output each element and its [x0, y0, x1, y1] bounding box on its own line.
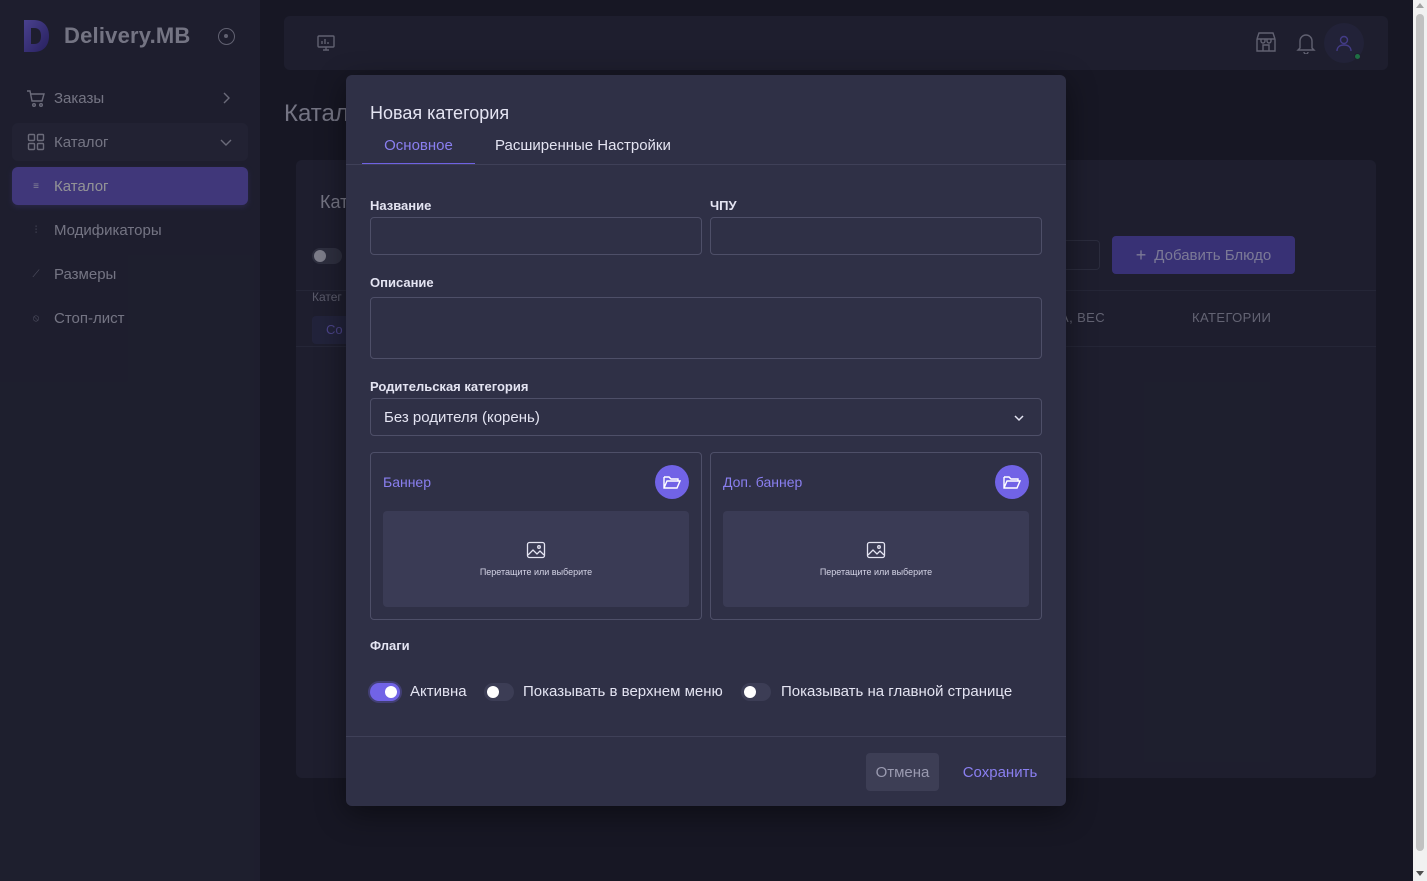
tab-basic[interactable]: Основное: [362, 137, 475, 165]
tabs-divider: [346, 164, 1066, 165]
modal-title: Новая категория: [370, 103, 510, 123]
scrollbar[interactable]: [1413, 0, 1427, 881]
dropzone-hint: Перетащите или выберите: [479, 567, 593, 577]
top-menu-toggle[interactable]: [484, 683, 514, 701]
banner-upload: Баннер Перетащите или выберите: [370, 452, 702, 620]
save-button[interactable]: Сохранить: [955, 753, 1045, 791]
folder-open-icon: [663, 476, 681, 489]
active-toggle[interactable]: [370, 683, 400, 701]
flags-label: Флаги: [370, 638, 410, 653]
image-icon: [866, 541, 886, 559]
banner-browse-button[interactable]: [655, 465, 689, 499]
home-page-toggle[interactable]: [741, 683, 771, 701]
parent-category-label: Родительская категория: [370, 379, 529, 394]
extra-banner-dropzone[interactable]: Перетащите или выберите: [723, 511, 1029, 607]
image-icon: [526, 541, 546, 559]
folder-open-icon: [1003, 476, 1021, 489]
home-page-toggle-label: Показывать на главной странице: [781, 683, 1013, 700]
active-toggle-label: Активна: [410, 683, 467, 700]
cancel-button[interactable]: Отмена: [866, 753, 939, 791]
slug-input[interactable]: [710, 217, 1042, 255]
slug-label: ЧПУ: [710, 198, 737, 213]
new-category-modal: Новая категория Основное Расширенные Нас…: [346, 75, 1066, 806]
parent-category-select[interactable]: Без родителя (корень): [370, 398, 1042, 436]
banner-dropzone[interactable]: Перетащите или выберите: [383, 511, 689, 607]
name-label: Название: [370, 198, 432, 213]
parent-category-value: Без родителя (корень): [384, 409, 540, 426]
description-textarea[interactable]: [370, 297, 1042, 359]
extra-banner-browse-button[interactable]: [995, 465, 1029, 499]
footer-divider: [346, 736, 1066, 737]
extra-banner-label: Доп. баннер: [723, 474, 803, 490]
top-menu-toggle-label: Показывать в верхнем меню: [523, 683, 723, 700]
dropzone-hint: Перетащите или выберите: [819, 567, 933, 577]
description-label: Описание: [370, 275, 434, 290]
scroll-down-arrow-icon[interactable]: [1416, 871, 1424, 876]
chevron-down-icon: [1014, 415, 1024, 422]
modal-tabs: Основное Расширенные Настройки: [362, 134, 1052, 165]
name-input[interactable]: [370, 217, 702, 255]
scroll-thumb[interactable]: [1416, 14, 1424, 851]
extra-banner-upload: Доп. баннер Перетащите или выберите: [710, 452, 1042, 620]
scroll-up-arrow-icon[interactable]: [1416, 3, 1424, 8]
tab-advanced-settings[interactable]: Расширенные Настройки: [495, 137, 671, 165]
banner-label: Баннер: [383, 474, 432, 490]
